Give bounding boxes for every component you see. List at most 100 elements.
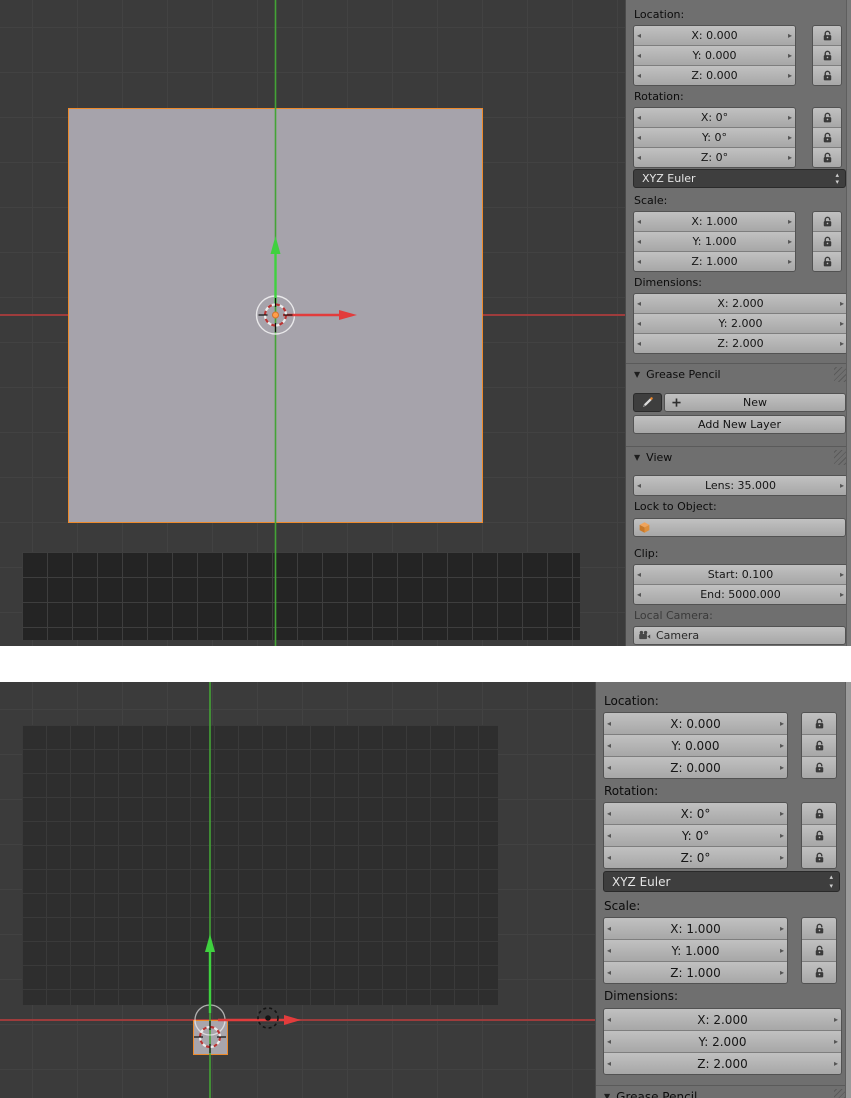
location-y-lock-button[interactable] [802,734,836,756]
scale-fields: X: 1.000 Y: 1.000 Z: 1.000 [603,917,788,984]
dimensions-y-field[interactable]: Y: 2.000 [634,313,847,333]
clip-fields: Start: 0.100 End: 5000.000 [633,564,848,605]
panel-scrollbar[interactable] [846,0,851,646]
scale-lock-column [812,211,842,272]
scale-y-lock-button[interactable] [802,939,836,961]
point-lamp-object[interactable] [257,1007,279,1029]
rotation-z-lock-button[interactable] [802,846,836,868]
dimensions-label: Dimensions: [634,276,702,289]
3d-viewport[interactable] [0,0,625,646]
3d-viewport[interactable] [0,682,595,1098]
rotation-label: Rotation: [604,784,659,798]
grease-pencil-icon-button[interactable] [633,393,662,412]
scale-x-lock-button[interactable] [802,918,836,939]
grease-pencil-panel-header[interactable]: ▼ Grease Pencil [596,1085,851,1098]
location-y-field[interactable]: Y: 0.000 [634,45,795,65]
location-z-field[interactable]: Z: 0.000 [604,756,787,778]
rotation-x-lock-button[interactable] [813,108,841,127]
unlock-icon [813,807,826,820]
rotation-y-lock-button[interactable] [802,824,836,846]
unlock-icon [813,739,826,752]
location-x-lock-button[interactable] [802,713,836,734]
location-fields: X: 0.000 Y: 0.000 Z: 0.000 [633,25,796,86]
rotation-x-field[interactable]: X: 0° [604,803,787,824]
scale-z-field[interactable]: Z: 1.000 [634,251,795,271]
rotation-mode-dropdown[interactable]: XYZ Euler [633,169,846,188]
lock-to-object-field[interactable] [633,518,846,537]
unlock-icon [821,111,834,124]
rotation-y-lock-button[interactable] [813,127,841,147]
add-layer-row: Add New Layer [633,415,846,434]
rotation-fields: X: 0° Y: 0° Z: 0° [633,107,796,168]
scale-label: Scale: [634,194,668,207]
view-panel-header[interactable]: ▼ View [626,446,851,468]
translate-gizmo[interactable] [255,236,358,335]
unlock-icon [813,717,826,730]
translate-gizmo[interactable] [194,934,301,1036]
grease-pencil-header-label: Grease Pencil [646,368,721,381]
location-z-lock-button[interactable] [813,65,841,85]
scale-x-lock-button[interactable] [813,212,841,231]
location-lock-column [812,25,842,86]
view-header-label: View [646,451,673,464]
location-y-field[interactable]: Y: 0.000 [604,734,787,756]
scale-z-field[interactable]: Z: 1.000 [604,961,787,983]
gizmo-up-arrowhead[interactable] [270,236,281,254]
clip-start-field[interactable]: Start: 0.100 [634,565,847,584]
dimensions-z-field[interactable]: Z: 2.000 [604,1052,841,1074]
location-x-field[interactable]: X: 0.000 [634,26,795,45]
dimensions-y-field[interactable]: Y: 2.000 [604,1030,841,1052]
scale-y-field[interactable]: Y: 1.000 [634,231,795,251]
unlock-icon [813,761,826,774]
object-cube-icon [638,521,651,534]
rotation-z-field[interactable]: Z: 0° [604,846,787,868]
scale-z-lock-button[interactable] [802,961,836,983]
rotation-z-field[interactable]: Z: 0° [634,147,795,167]
scale-y-field[interactable]: Y: 1.000 [604,939,787,961]
unlock-icon [821,49,834,62]
scale-x-field[interactable]: X: 1.000 [634,212,795,231]
grease-pencil-new-button[interactable]: New [664,393,846,412]
blender-front-view-shot: Location: X: 0.000 Y: 0.000 Z: 0.000 Rot… [0,0,851,646]
rotation-fields: X: 0° Y: 0° Z: 0° [603,802,788,869]
location-z-lock-button[interactable] [802,756,836,778]
blender-top-view-shot: Location: X: 0.000 Y: 0.000 Z: 0.000 Rot… [0,682,851,1098]
rotation-z-lock-button[interactable] [813,147,841,167]
collapse-triangle-icon: ▼ [634,370,641,379]
gizmo-right-arrowhead[interactable] [284,1015,301,1025]
clip-end-field[interactable]: End: 5000.000 [634,584,847,604]
location-y-lock-button[interactable] [813,45,841,65]
dimensions-x-field[interactable]: X: 2.000 [634,294,847,313]
grease-pencil-datablock-row: New [633,393,846,412]
collapse-triangle-icon: ▼ [634,453,641,462]
add-new-layer-button[interactable]: Add New Layer [633,415,846,434]
unlock-icon [813,922,826,935]
location-x-lock-button[interactable] [813,26,841,45]
panel-scrollbar[interactable] [845,682,851,1098]
unlock-icon [821,255,834,268]
lens-field[interactable]: Lens: 35.000 [634,476,847,495]
lamp-center-dot [265,1015,271,1021]
new-button-label: New [743,396,767,409]
rotation-y-field[interactable]: Y: 0° [634,127,795,147]
location-x-field[interactable]: X: 0.000 [604,713,787,734]
scale-y-lock-button[interactable] [813,231,841,251]
grease-pencil-panel-header[interactable]: ▼ Grease Pencil [626,363,851,385]
rotation-x-lock-button[interactable] [802,803,836,824]
local-camera-field[interactable]: Camera [633,626,846,645]
location-z-field[interactable]: Z: 0.000 [634,65,795,85]
viewport-overlay [194,682,301,1098]
clip-label: Clip: [634,547,659,560]
rotation-y-field[interactable]: Y: 0° [604,824,787,846]
scale-z-lock-button[interactable] [813,251,841,271]
rotation-x-field[interactable]: X: 0° [634,108,795,127]
rotation-mode-dropdown[interactable]: XYZ Euler [603,871,840,892]
unlock-icon [821,131,834,144]
dimensions-z-field[interactable]: Z: 2.000 [634,333,847,353]
dimensions-x-field[interactable]: X: 2.000 [604,1009,841,1030]
scale-x-field[interactable]: X: 1.000 [604,918,787,939]
scale-lock-column [801,917,837,984]
properties-n-panel: Location: X: 0.000 Y: 0.000 Z: 0.000 Rot… [595,682,851,1098]
gizmo-right-arrowhead[interactable] [339,310,357,320]
gizmo-up-arrowhead[interactable] [205,934,215,952]
